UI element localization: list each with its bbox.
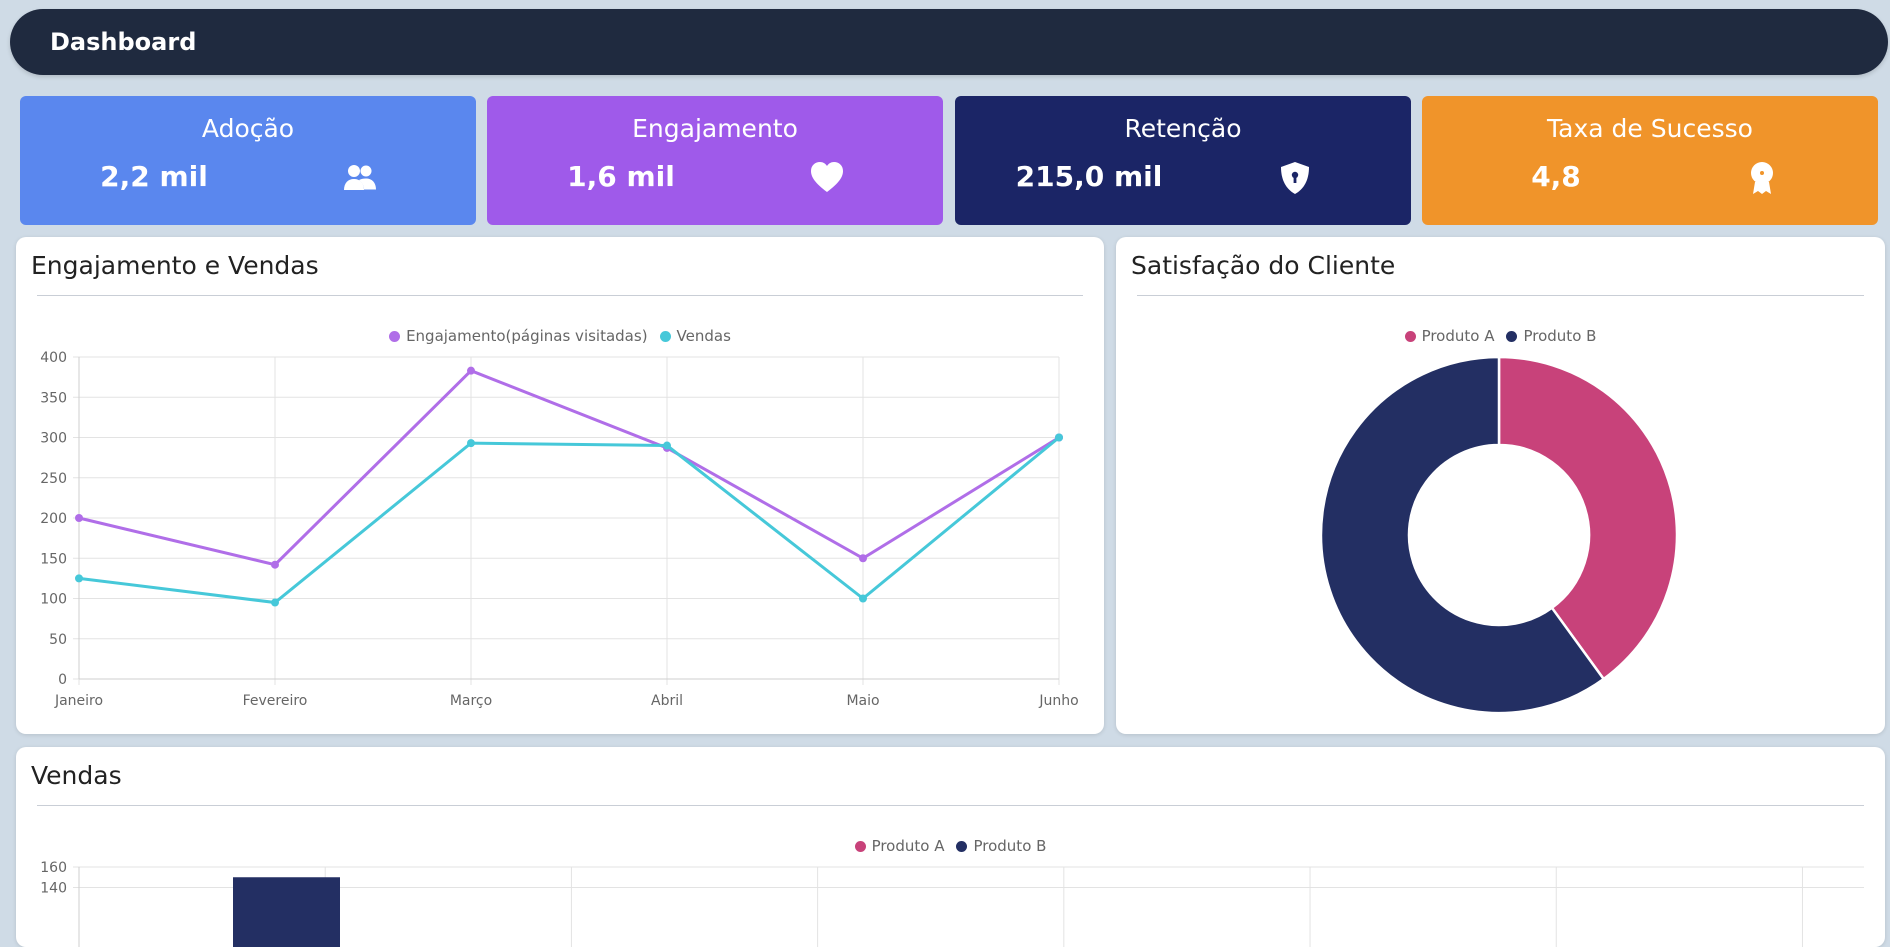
y-tick-label: 160 [40,860,67,876]
y-tick-label: 400 [40,350,67,366]
series-line-1 [78,436,1060,605]
kpi-label: Taxa de Sucesso [1547,114,1753,143]
y-tick-label: 150 [40,551,67,567]
x-tick-label: Fevereiro [243,693,308,709]
sales-panel: Vendas Produto A Produto B 160 140 [16,747,1885,947]
kpi-label: Engajamento [632,114,798,143]
customer-satisfaction-panel: Satisfação do Cliente Produto A Produto B [1116,237,1885,734]
data-point [75,514,83,522]
x-tick-label: Abril [651,693,683,709]
x-tick-label: Junho [1038,693,1078,709]
kpi-card-engajamento: Engajamento 1,6 mil [487,96,943,225]
data-point [271,560,279,569]
line-chart: 0 50 100 150 200 250 300 350 400 Janeiro Fevereiro… [40,350,1078,709]
series-line-0 [78,368,1060,567]
kpi-value: 2,2 mil [100,160,208,193]
top-navbar: Dashboard [10,9,1888,75]
y-tick-label: 100 [40,592,67,608]
award-icon [1744,160,1780,196]
kpi-label: Adoção [201,114,295,143]
kpi-value: 1,6 mil [567,160,675,193]
heart-icon [809,160,845,196]
kpi-card-adocao: Adoção 2,2 mil [20,96,476,225]
y-tick-label: 140 [40,881,67,897]
y-tick-label: 0 [58,672,67,688]
data-point [467,366,475,375]
kpi-card-retencao: Retenção 215,0 mil [955,96,1411,225]
data-point [859,554,867,563]
y-tick-label: 200 [40,511,67,527]
y-tick-label: 250 [40,471,67,487]
bar-produto-b [233,877,340,947]
data-point [1055,433,1063,442]
engagement-sales-panel: Engajamento e Vendas Engajamento(páginas… [16,237,1104,734]
data-point [271,598,279,607]
data-point [859,594,867,603]
kpi-label: Retenção [1124,114,1242,143]
x-tick-label: Março [450,693,492,709]
y-tick-label: 50 [49,632,67,648]
y-tick-label: 350 [40,390,67,406]
data-point [663,441,671,450]
donut-chart [1319,355,1679,715]
data-point [75,574,83,583]
x-tick-label: Janeiro [54,693,103,709]
kpi-value: 215,0 mil [1015,160,1163,193]
x-tick-label: Maio [846,693,879,709]
bar-chart: 160140 [40,860,1864,947]
kpi-value: 4,8 [1531,160,1581,193]
shield-lock-icon [1277,160,1313,196]
page-title: Dashboard [50,28,197,56]
users-icon [342,160,378,196]
data-point [467,439,475,448]
y-tick-label: 300 [40,431,67,447]
kpi-card-taxa-de-sucesso: Taxa de Sucesso 4,8 [1422,96,1878,225]
